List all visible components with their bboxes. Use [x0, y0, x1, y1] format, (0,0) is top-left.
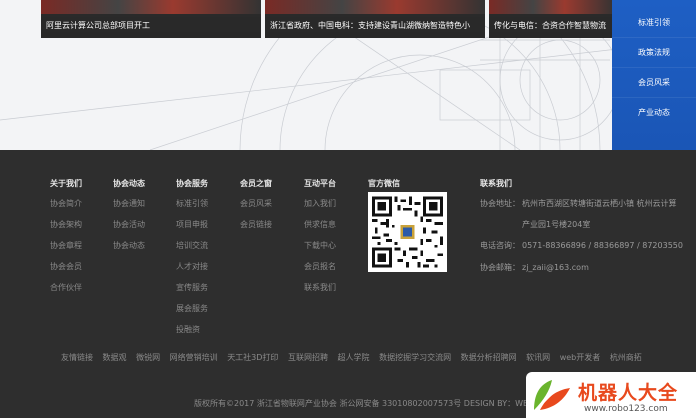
footer-link[interactable]: 协会会员	[50, 261, 82, 282]
footer-column-news: 协会动态 协会通知 协会活动 协会动态	[113, 178, 145, 261]
news-thumbnail	[489, 0, 615, 14]
side-menu: 标准引领 政策法规 会员风采 产业动态	[612, 0, 696, 150]
footer-link[interactable]: 会员报名	[304, 261, 336, 282]
watermark-url: www.robo123.com	[584, 404, 668, 414]
footer-link[interactable]: 下载中心	[304, 240, 336, 261]
footer-link[interactable]: 加入我们	[304, 198, 336, 219]
footer-link[interactable]: 联系我们	[304, 282, 336, 303]
news-banner-area: 阿里云计算公司总部项目开工 浙江省政府、中国电科：支持建设青山湖微纳智造特色小 …	[0, 0, 696, 150]
footer-link[interactable]: 项目申报	[176, 219, 208, 240]
friend-links: 友情链接 数据观 微锐网 网络营销培训 天工社3D打印 互联网招聘 超人学院 数…	[61, 352, 649, 363]
news-caption: 传化与电信：合资合作智慧物流	[489, 14, 615, 38]
leaf-logo-icon	[534, 380, 570, 411]
footer-column-title: 关于我们	[50, 179, 82, 188]
footer-link[interactable]: 协会章程	[50, 240, 82, 261]
side-menu-item-standards[interactable]: 标准引领	[612, 8, 696, 38]
footer-column-title: 协会服务	[176, 179, 208, 188]
footer-column-members: 会员之窗 会员风采 会员链接	[240, 178, 272, 240]
wechat-title: 官方微信	[368, 179, 400, 188]
friend-link[interactable]: 数据分析招聘网	[461, 353, 517, 362]
side-menu-item-member-showcase[interactable]: 会员风采	[612, 67, 696, 97]
robo123-watermark: 机器人大全 www.robo123.com	[526, 372, 696, 418]
footer-link[interactable]: 宣传服务	[176, 282, 208, 303]
footer-link[interactable]: 协会架构	[50, 219, 82, 240]
contact-address: 协会地址： 杭州市西湖区转塘街道云栖小镇 杭州云计算	[480, 198, 677, 209]
friend-link[interactable]: 超人学院	[338, 353, 370, 362]
friend-links-label: 友情链接	[61, 353, 93, 362]
friend-link[interactable]: web开发者	[560, 353, 601, 362]
footer-link[interactable]: 培训交流	[176, 240, 208, 261]
contact-email: 协会邮箱： zj_zaii@163.com	[480, 262, 589, 273]
contact-block: 联系我们 协会地址： 杭州市西湖区转塘街道云栖小镇 杭州云计算 产业园1号楼204…	[480, 178, 692, 272]
footer-link[interactable]: 会员风采	[240, 198, 272, 219]
footer-column-about: 关于我们 协会简介 协会架构 协会章程 协会会员 合作伙伴	[50, 178, 82, 303]
footer-link[interactable]: 供求信息	[304, 219, 336, 240]
wechat-qr-code	[368, 192, 447, 272]
footer-link[interactable]: 合作伙伴	[50, 282, 82, 303]
qr-code-icon	[372, 196, 443, 268]
footer-link[interactable]: 展会服务	[176, 303, 208, 324]
footer-link[interactable]: 协会动态	[113, 240, 145, 261]
news-card[interactable]: 传化与电信：合资合作智慧物流	[489, 0, 615, 38]
news-card[interactable]: 浙江省政府、中国电科：支持建设青山湖微纳智造特色小	[265, 0, 485, 38]
footer-column-title: 会员之窗	[240, 179, 272, 188]
footer-link[interactable]: 会员链接	[240, 219, 272, 240]
phone-label: 电话咨询：	[480, 241, 520, 250]
friend-link[interactable]: 天工社3D打印	[227, 353, 278, 362]
footer-column-services: 协会服务 标准引领 项目申报 培训交流 人才对接 宣传服务 展会服务 投融资	[176, 178, 208, 345]
email-address[interactable]: zj_zaii@163.com	[522, 263, 589, 272]
friend-link[interactable]: 数据观	[103, 353, 127, 362]
address-line-2: 产业园1号楼204室	[522, 220, 591, 229]
footer-column-title: 互动平台	[304, 179, 336, 188]
news-thumbnail	[41, 0, 261, 14]
friend-link[interactable]: 杭州商拓	[610, 353, 642, 362]
footer-column-interaction: 互动平台 加入我们 供求信息 下载中心 会员报名 联系我们	[304, 178, 336, 303]
footer-link[interactable]: 协会通知	[113, 198, 145, 219]
news-card[interactable]: 阿里云计算公司总部项目开工	[41, 0, 261, 38]
side-menu-item-policies[interactable]: 政策法规	[612, 37, 696, 67]
email-label: 协会邮箱：	[480, 263, 520, 272]
news-caption: 浙江省政府、中国电科：支持建设青山湖微纳智造特色小	[265, 14, 485, 38]
news-caption: 阿里云计算公司总部项目开工	[41, 14, 261, 38]
footer-link[interactable]: 协会活动	[113, 219, 145, 240]
friend-link[interactable]: 微锐网	[136, 353, 160, 362]
friend-link[interactable]: 数据挖掘学习交流网	[379, 353, 451, 362]
footer-link[interactable]: 投融资	[176, 324, 208, 345]
watermark-title: 机器人大全	[578, 382, 679, 404]
friend-link[interactable]: 互联网招聘	[288, 353, 328, 362]
contact-phone: 电话咨询： 0571-88366896 / 88366897 / 87203550	[480, 240, 683, 251]
copyright-text: 版权所有©2017 浙江省物联网产业协会 浙公网安备 3301080200757…	[194, 399, 550, 408]
footer-link[interactable]: 人才对接	[176, 261, 208, 282]
news-thumbnail	[265, 0, 485, 14]
friend-link[interactable]: 软讯网	[526, 353, 550, 362]
phone-number: 0571-88366896 / 88366897 / 87203550	[522, 241, 683, 250]
address-line-1: 杭州市西湖区转塘街道云栖小镇 杭州云计算	[522, 199, 677, 208]
contact-title: 联系我们	[480, 179, 512, 188]
side-menu-item-industry-news[interactable]: 产业动态	[612, 97, 696, 127]
footer-column-title: 协会动态	[113, 179, 145, 188]
footer-link[interactable]: 协会简介	[50, 198, 82, 219]
address-label: 协会地址：	[480, 199, 520, 208]
friend-link[interactable]: 网络营销培训	[170, 353, 218, 362]
footer-link[interactable]: 标准引领	[176, 198, 208, 219]
